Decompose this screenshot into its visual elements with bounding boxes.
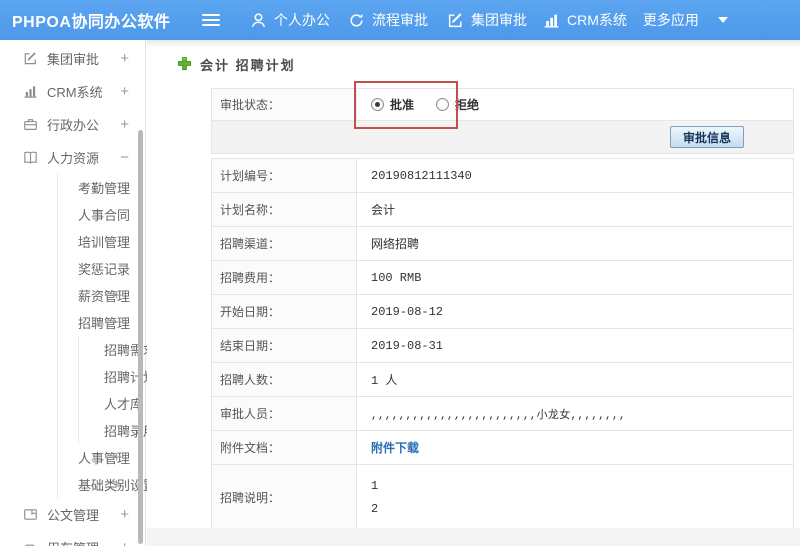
sidebar-item-rewards[interactable]: 奖惩记录: [58, 255, 145, 282]
expand-toggle[interactable]: +: [112, 288, 121, 303]
recruit-cost-value: 100 RMB: [371, 270, 422, 285]
sidebar-item-vehicle-mgmt[interactable]: 用车管理 +: [0, 531, 145, 546]
hr-submenu: 考勤管理 人事合同 培训管理 奖惩记录 薪资管理 + 招聘管理 − 招聘需求 招…: [57, 174, 156, 498]
approval-status-label: 审批状态：: [212, 89, 357, 120]
table-row-end-date: 结束日期： 2019-08-31: [212, 329, 793, 363]
nav-crm-system[interactable]: CRM系统: [543, 10, 627, 30]
table-row-recruit-cost: 招聘费用： 100 RMB: [212, 261, 793, 295]
user-icon: [250, 12, 267, 29]
sidebar-item-training[interactable]: 培训管理: [58, 228, 145, 255]
expand-toggle[interactable]: +: [120, 84, 129, 99]
approval-button-row: 审批信息: [212, 121, 793, 153]
recruit-submenu: 招聘需求 招聘计划 人才库 招聘录用: [78, 336, 156, 444]
nav-personal-office[interactable]: 个人办公: [250, 10, 330, 30]
expand-toggle[interactable]: +: [112, 450, 121, 465]
radio-reject[interactable]: 拒绝: [436, 96, 479, 113]
document-icon: [22, 507, 38, 522]
sidebar-item-salary[interactable]: 薪资管理 +: [58, 282, 145, 309]
plan-name-value: 会计: [371, 204, 396, 218]
approval-status-table: 审批状态： 批准 拒绝 审批信息: [211, 88, 794, 154]
expand-toggle[interactable]: +: [120, 117, 129, 132]
main-nav: 个人办公 流程审批 集团审批 CRM系统 更多应用: [222, 10, 728, 30]
expand-toggle[interactable]: −: [120, 150, 129, 165]
app-logo: PHPOA协同办公软件: [12, 14, 171, 31]
nav-group-approval[interactable]: 集团审批: [447, 10, 527, 30]
sidebar-item-group-approval[interactable]: 集团审批 +: [0, 42, 145, 75]
sidebar-item-document-mgmt[interactable]: 公文管理 +: [0, 498, 145, 531]
sidebar-scrollbar[interactable]: [138, 130, 143, 544]
radio-reject-circle[interactable]: [436, 98, 450, 111]
flow-arrow-icon: [348, 12, 365, 29]
sidebar-item-talent-pool[interactable]: 人才库: [79, 390, 145, 417]
table-row-start-date: 开始日期： 2019-08-12: [212, 295, 793, 329]
sidebar-item-hr[interactable]: 人力资源 −: [0, 141, 145, 174]
edit-square-icon: [447, 12, 464, 29]
table-row-plan-number: 计划编号： 20190812111340: [212, 159, 793, 193]
table-row-plan-name: 计划名称： 会计: [212, 193, 793, 227]
table-row-attachment: 附件文档： 附件下载: [212, 431, 793, 465]
approvers-value: ,,,,,,,,,,,,,,,,,,,,,,,,小龙女,,,,,,,,: [371, 409, 626, 422]
sidebar-item-recruit-mgmt[interactable]: 招聘管理 −: [58, 309, 145, 336]
car-icon: [22, 540, 38, 546]
start-date-value: 2019-08-12: [371, 304, 444, 319]
plan-number-value: 20190812111340: [371, 168, 472, 183]
expand-toggle[interactable]: +: [120, 540, 129, 546]
table-row-approvers: 审批人员： ,,,,,,,,,,,,,,,,,,,,,,,,小龙女,,,,,,,…: [212, 397, 793, 431]
page-title-row: 会计 招聘计划: [177, 55, 296, 74]
caret-down-icon: [717, 17, 728, 23]
approval-info-button[interactable]: 审批信息: [670, 126, 745, 148]
sidebar-item-personnel-mgmt[interactable]: 人事管理 +: [58, 444, 145, 471]
headcount-value: 1 人: [371, 374, 398, 388]
attachment-download-link[interactable]: 附件下载: [371, 439, 419, 456]
menu-icon[interactable]: [202, 13, 222, 27]
expand-toggle[interactable]: +: [120, 51, 129, 66]
table-row-recruit-note: 招聘说明： 1 2: [212, 465, 793, 529]
sidebar-item-hr-contract[interactable]: 人事合同: [58, 201, 145, 228]
nav-workflow-approval[interactable]: 流程审批: [348, 10, 428, 30]
recruit-note-value: 1 2: [357, 465, 793, 529]
sidebar: 集团审批 + CRM系统 + 行政办公 + 人力资源 − 考勤管理 人事合同 培…: [0, 40, 156, 546]
nav-more-apps[interactable]: 更多应用: [643, 10, 728, 30]
page-title: 会计 招聘计划: [200, 58, 296, 73]
radio-approve[interactable]: 批准: [371, 96, 414, 113]
add-plus-icon: [177, 56, 192, 74]
approval-options: 批准 拒绝: [357, 89, 793, 120]
table-row-headcount: 招聘人数： 1 人: [212, 363, 793, 397]
sidebar-item-admin-office[interactable]: 行政办公 +: [0, 108, 145, 141]
bar-chart-icon: [22, 84, 38, 99]
sidebar-item-crm[interactable]: CRM系统 +: [0, 75, 145, 108]
sidebar-item-recruit-demand[interactable]: 招聘需求: [79, 336, 156, 363]
approval-status-row: 审批状态： 批准 拒绝: [212, 89, 793, 121]
note-line-2: 2: [371, 501, 379, 516]
content-top-strip: [147, 40, 800, 47]
sidebar-item-base-category[interactable]: 基础类别设置 +: [58, 471, 156, 498]
book-icon: [22, 150, 38, 165]
table-row-recruit-channel: 招聘渠道： 网络招聘: [212, 227, 793, 261]
radio-approve-circle[interactable]: [371, 98, 384, 111]
main-content: 会计 招聘计划 审批状态： 批准 拒绝 审批信息 计划编号： 201908121…: [147, 40, 800, 546]
plan-detail-table: 计划编号： 20190812111340 计划名称： 会计 招聘渠道： 网络招聘…: [211, 158, 794, 530]
sidebar-item-attendance[interactable]: 考勤管理: [58, 174, 145, 201]
expand-toggle[interactable]: −: [112, 315, 121, 330]
footer-strip: [147, 528, 800, 546]
briefcase-icon: [22, 117, 38, 132]
end-date-value: 2019-08-31: [371, 338, 444, 353]
expand-toggle[interactable]: +: [120, 507, 129, 522]
topbar: PHPOA协同办公软件 个人办公 流程审批 集团审批 CRM系统 更多应用: [0, 0, 800, 40]
recruit-channel-value: 网络招聘: [371, 238, 420, 252]
expand-toggle[interactable]: +: [112, 477, 121, 492]
bar-chart-icon: [543, 12, 560, 29]
note-line-1: 1: [371, 478, 379, 493]
edit-square-icon: [22, 51, 38, 66]
sidebar-item-recruit-hire[interactable]: 招聘录用: [79, 417, 156, 444]
sidebar-item-recruit-plan[interactable]: 招聘计划: [79, 363, 156, 390]
